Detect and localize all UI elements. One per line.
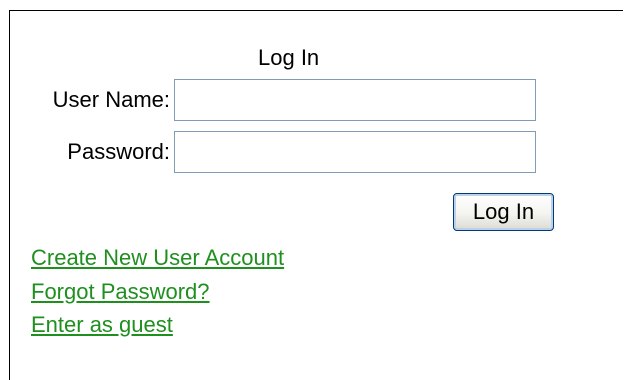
guest-login-link[interactable]: Enter as guest [31, 312, 173, 338]
forgot-password-link[interactable]: Forgot Password? [31, 279, 210, 305]
username-label: User Name: [52, 87, 170, 112]
password-input[interactable] [174, 131, 536, 173]
password-label: Password: [67, 139, 170, 164]
create-account-link[interactable]: Create New User Account [31, 245, 284, 271]
login-title: Log In [258, 45, 320, 70]
username-input[interactable] [174, 79, 536, 121]
login-button[interactable]: Log In [453, 193, 554, 231]
